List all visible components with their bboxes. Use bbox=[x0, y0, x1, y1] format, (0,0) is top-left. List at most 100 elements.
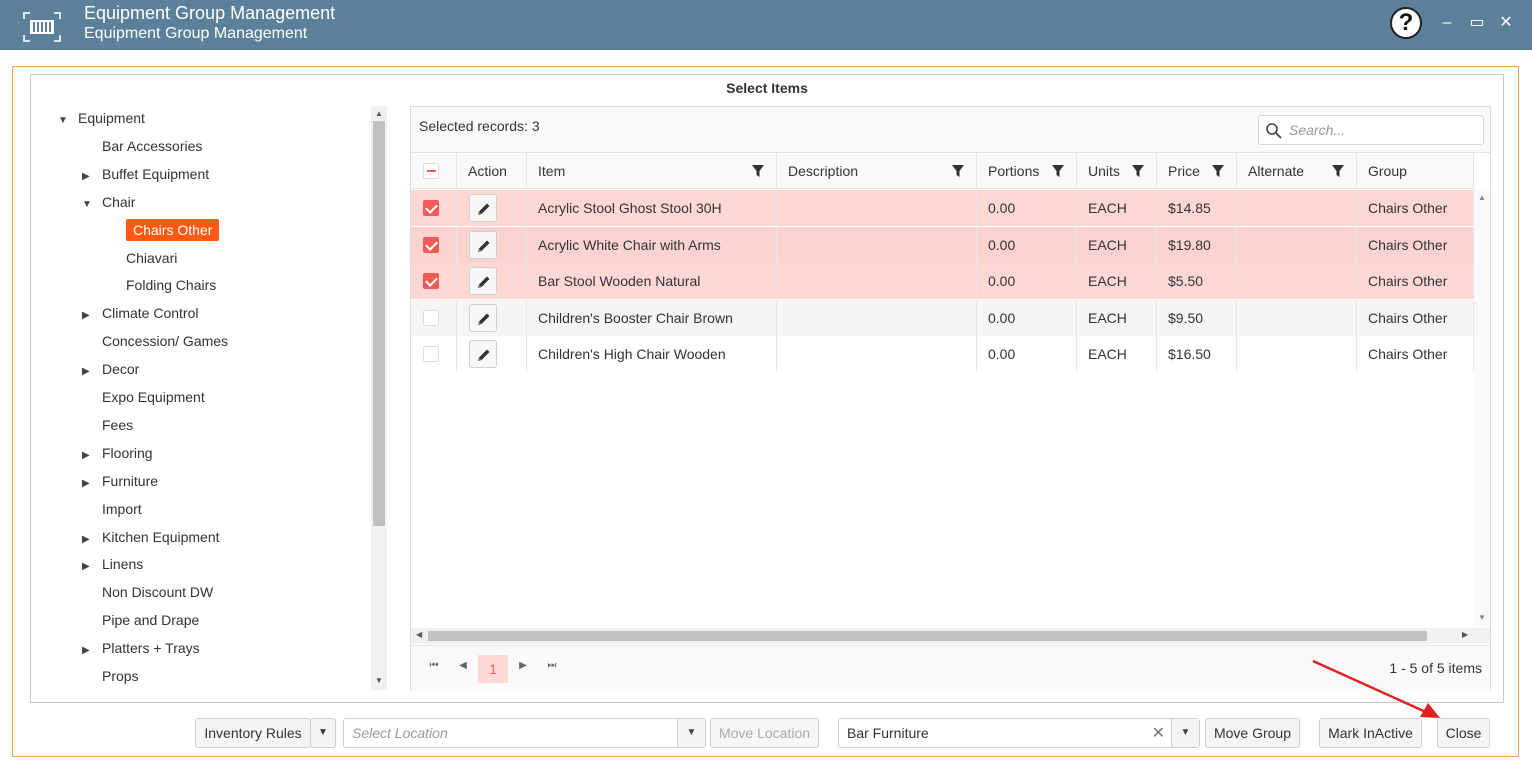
tree-item[interactable]: Import bbox=[102, 497, 142, 521]
cell-units: EACH bbox=[1077, 190, 1157, 226]
tree-item[interactable]: Bar Accessories bbox=[102, 134, 202, 158]
tree-item[interactable]: ▶ Decor bbox=[82, 357, 139, 381]
location-select[interactable]: Select Location ▼ bbox=[343, 718, 706, 748]
edit-button[interactable] bbox=[469, 267, 497, 295]
tree-item[interactable]: ▶ Linens bbox=[82, 552, 143, 576]
collapse-icon[interactable]: ▼ bbox=[58, 109, 72, 133]
tree-item[interactable]: Folding Chairs bbox=[126, 273, 216, 297]
row-checkbox[interactable] bbox=[423, 346, 439, 362]
close-window-button[interactable]: ✕ bbox=[1496, 13, 1516, 33]
column-header-group[interactable]: Group bbox=[1357, 153, 1474, 189]
horizontal-scroll-thumb[interactable] bbox=[428, 631, 1427, 641]
row-select-cell[interactable] bbox=[411, 299, 457, 336]
tree-item-label: Import bbox=[102, 500, 142, 517]
tree-item[interactable]: Concession/ Games bbox=[102, 329, 228, 353]
tree-item[interactable]: ▶ Furniture bbox=[82, 469, 158, 493]
tree-scroll-thumb[interactable] bbox=[373, 121, 385, 526]
next-page-icon[interactable]: ▶ bbox=[515, 660, 531, 671]
grid-vertical-scrollbar[interactable]: ▲ ▼ bbox=[1474, 189, 1490, 627]
tree-item[interactable]: Props bbox=[102, 664, 139, 688]
tree-item[interactable]: Pipe and Drape bbox=[102, 608, 199, 632]
table-row[interactable]: Children's Booster Chair Brown 0.00 EACH $9… bbox=[411, 299, 1474, 336]
tree-item[interactable]: Expo Equipment bbox=[102, 385, 205, 409]
help-button[interactable]: ? bbox=[1390, 7, 1422, 39]
tree-item[interactable]: Chiavari bbox=[126, 246, 177, 270]
table-row[interactable]: Acrylic Stool Ghost Stool 30H 0.00 EACH $14… bbox=[411, 190, 1474, 226]
action-cell bbox=[457, 336, 527, 372]
table-row[interactable]: Children's High Chair Wooden 0.00 EACH $16.… bbox=[411, 336, 1474, 372]
tree-item[interactable]: Chairs Other bbox=[126, 218, 220, 242]
row-select-cell[interactable] bbox=[411, 190, 457, 226]
row-checkbox[interactable] bbox=[423, 236, 439, 253]
select-all-header[interactable] bbox=[411, 153, 457, 189]
prev-page-icon[interactable]: ◀ bbox=[455, 660, 471, 671]
tree-item[interactable]: ▼ Chair bbox=[82, 190, 135, 214]
scroll-down-icon[interactable]: ▼ bbox=[1474, 613, 1490, 622]
filter-icon[interactable] bbox=[1131, 164, 1145, 178]
filter-icon[interactable] bbox=[1211, 164, 1225, 178]
column-header-description[interactable]: Description bbox=[777, 153, 977, 189]
row-select-cell[interactable] bbox=[411, 336, 457, 372]
expand-icon[interactable]: ▶ bbox=[82, 639, 96, 663]
expand-icon[interactable]: ▶ bbox=[82, 165, 96, 189]
row-checkbox[interactable] bbox=[423, 309, 439, 326]
row-checkbox[interactable] bbox=[423, 273, 439, 289]
cell-price: $19.80 bbox=[1157, 226, 1237, 263]
tree-item[interactable]: ▶ Flooring bbox=[82, 441, 153, 465]
expand-icon[interactable]: ▶ bbox=[82, 528, 96, 552]
edit-button[interactable] bbox=[469, 230, 497, 259]
cell-group: Chairs Other bbox=[1357, 226, 1474, 263]
move-location-button[interactable]: Move Location bbox=[710, 718, 819, 748]
column-header-price[interactable]: Price bbox=[1157, 153, 1237, 189]
minimize-button[interactable]: – bbox=[1437, 13, 1457, 33]
scroll-left-icon[interactable]: ◀ bbox=[416, 630, 422, 639]
current-page-button[interactable]: 1 bbox=[478, 655, 508, 683]
table-row[interactable]: Bar Stool Wooden Natural 0.00 EACH $5.50 Cha… bbox=[411, 263, 1474, 299]
select-all-checkbox[interactable] bbox=[423, 163, 439, 179]
last-page-icon[interactable]: ⏭ bbox=[544, 660, 560, 671]
expand-icon[interactable]: ▶ bbox=[82, 304, 96, 328]
chevron-down-icon[interactable]: ▼ bbox=[677, 719, 705, 747]
scroll-right-icon[interactable]: ▶ bbox=[1462, 630, 1468, 639]
tree-scrollbar[interactable]: ▲ ▼ bbox=[371, 106, 387, 690]
table-row[interactable]: Acrylic White Chair with Arms 0.00 EACH $19… bbox=[411, 226, 1474, 263]
tree-item[interactable]: ▶ Buffet Equipment bbox=[82, 162, 209, 186]
group-select[interactable]: Bar Furniture ✕ ▼ bbox=[838, 718, 1200, 748]
move-group-button[interactable]: Move Group bbox=[1205, 718, 1300, 748]
expand-icon[interactable]: ▶ bbox=[82, 444, 96, 468]
row-checkbox[interactable] bbox=[423, 200, 439, 216]
row-select-cell[interactable] bbox=[411, 226, 457, 263]
chevron-down-icon[interactable]: ▼ bbox=[1171, 719, 1199, 747]
inventory-rules-button[interactable]: Inventory Rules bbox=[195, 718, 311, 748]
grid-horizontal-scrollbar[interactable]: ◀ ▶ bbox=[411, 628, 1490, 644]
tree-item[interactable]: Fees bbox=[102, 413, 133, 437]
maximize-button[interactable]: ▭ bbox=[1467, 13, 1487, 33]
column-header-item[interactable]: Item bbox=[527, 153, 777, 189]
scroll-up-icon[interactable]: ▲ bbox=[371, 109, 387, 118]
expand-icon[interactable]: ▶ bbox=[82, 555, 96, 579]
expand-icon[interactable]: ▶ bbox=[82, 472, 96, 496]
tree-item[interactable]: ▶ Kitchen Equipment bbox=[82, 525, 220, 549]
filter-icon[interactable] bbox=[751, 164, 765, 178]
inventory-rules-dropdown-icon[interactable]: ▼ bbox=[310, 718, 336, 748]
tree-item[interactable]: Non Discount DW bbox=[102, 580, 213, 604]
tree-item[interactable]: ▼ Equipment bbox=[58, 106, 145, 130]
clear-icon[interactable]: ✕ bbox=[1152, 723, 1165, 743]
filter-icon[interactable] bbox=[1331, 164, 1345, 178]
expand-icon[interactable]: ▶ bbox=[82, 360, 96, 384]
filter-icon[interactable] bbox=[951, 164, 965, 178]
edit-button[interactable] bbox=[469, 194, 497, 222]
edit-button[interactable] bbox=[469, 340, 497, 368]
column-header-units[interactable]: Units bbox=[1077, 153, 1157, 189]
tree-item[interactable]: ▶ Platters + Trays bbox=[82, 636, 200, 660]
scroll-up-icon[interactable]: ▲ bbox=[1474, 193, 1490, 202]
edit-button[interactable] bbox=[469, 303, 497, 332]
search-box[interactable] bbox=[1258, 115, 1484, 145]
row-select-cell[interactable] bbox=[411, 263, 457, 299]
first-page-icon[interactable]: ⏮ bbox=[426, 660, 442, 671]
filter-icon[interactable] bbox=[1051, 164, 1065, 178]
scroll-down-icon[interactable]: ▼ bbox=[371, 676, 387, 685]
collapse-icon[interactable]: ▼ bbox=[82, 193, 96, 217]
tree-item[interactable]: ▶ Climate Control bbox=[82, 301, 198, 325]
search-input[interactable] bbox=[1289, 120, 1477, 140]
